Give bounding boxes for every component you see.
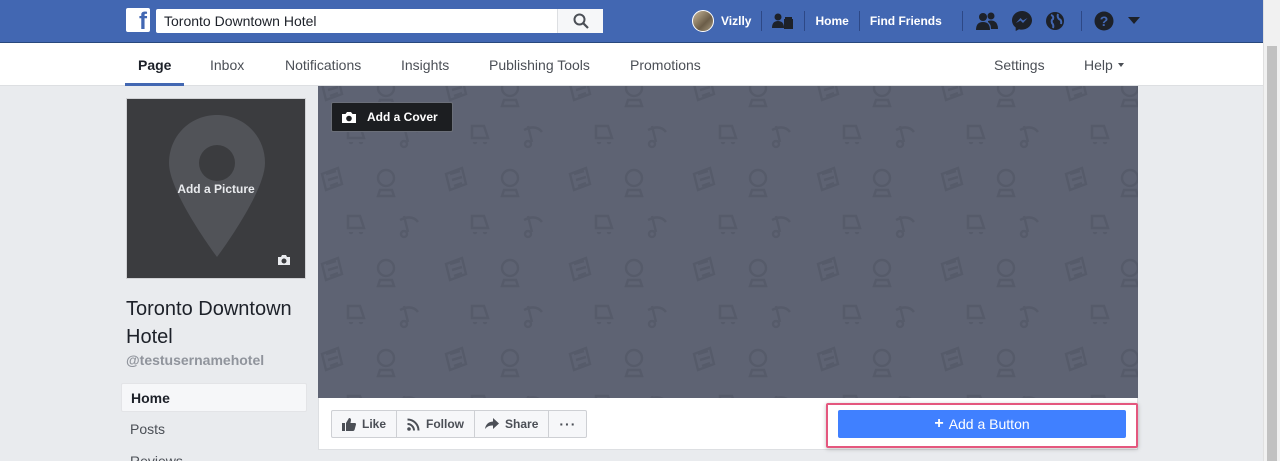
like-button[interactable]: Like [332,411,398,437]
scrollbar-thumb[interactable] [1267,46,1277,461]
camera-icon [342,111,356,123]
create-page-icon[interactable] [772,12,794,30]
search-icon [573,13,589,29]
globe-icon[interactable] [1045,11,1065,31]
page-action-buttons: Like Follow Share ··· [331,410,588,438]
add-a-button[interactable]: + Add a Button [838,410,1126,438]
page-tab-bar: Page Inbox Notifications Insights Publis… [0,43,1263,86]
add-picture-label: Add a Picture [177,182,255,196]
divider [858,11,860,31]
left-navigation: Home Posts Reviews [121,383,307,461]
avatar[interactable] [692,10,714,32]
tab-promotions[interactable]: Promotions [630,43,701,86]
divider [961,11,963,31]
top-nav-bar: f Vizlly Home Find Friends ? [0,0,1280,43]
follow-label: Follow [426,417,465,431]
like-label: Like [362,417,387,431]
profile-link[interactable]: Vizlly [721,14,751,28]
share-button[interactable]: Share [475,411,550,437]
tab-insights[interactable]: Insights [401,43,449,86]
cover-photo-area: Add a Cover [318,86,1138,398]
facebook-logo-icon[interactable]: f [126,8,150,32]
plus-icon: + [934,415,944,432]
tab-help-label: Help [1084,57,1113,73]
rss-icon [407,418,420,431]
follow-button[interactable]: Follow [397,411,476,437]
page-username[interactable]: @testusernamehotel [126,352,264,368]
divider [1080,11,1082,31]
search-input[interactable] [156,9,557,33]
vertical-scrollbar[interactable] [1263,0,1280,461]
divider [761,11,763,31]
friend-requests-icon[interactable] [975,11,999,31]
search-box [156,9,603,33]
more-dots-icon: ··· [559,416,577,432]
caret-down-icon [1117,63,1124,67]
share-arrow-icon [485,418,500,429]
leftnav-item-home[interactable]: Home [121,383,307,412]
cover-pattern [318,86,1138,398]
home-link[interactable]: Home [815,14,848,28]
chevron-down-icon[interactable] [1127,17,1140,25]
leftnav-item-posts[interactable]: Posts [121,415,307,444]
tab-publishing-tools[interactable]: Publishing Tools [489,43,590,86]
tab-help[interactable]: Help [1084,43,1124,86]
add-cover-button[interactable]: Add a Cover [331,102,453,132]
add-cover-label: Add a Cover [367,110,438,124]
more-options-button[interactable]: ··· [549,411,586,437]
messenger-icon[interactable] [1011,10,1033,32]
page-title: Toronto Downtown Hotel [126,298,292,348]
leftnav-item-reviews[interactable]: Reviews [121,447,307,461]
top-right-nav: Vizlly Home Find Friends ? [692,0,1140,42]
tab-page[interactable]: Page [124,43,186,86]
thumbs-up-icon [342,417,356,431]
help-icon[interactable]: ? [1094,11,1114,31]
search-button[interactable] [557,9,603,33]
profile-picture-placeholder[interactable]: Add a Picture [126,98,306,279]
divider [804,11,806,31]
tab-inbox[interactable]: Inbox [210,43,244,86]
find-friends-link[interactable]: Find Friends [870,14,942,28]
tab-notifications[interactable]: Notifications [285,43,361,86]
tab-settings[interactable]: Settings [994,43,1045,86]
svg-text:?: ? [1100,13,1109,29]
share-label: Share [505,417,539,431]
camera-icon[interactable] [277,254,291,266]
add-button-label: Add a Button [948,416,1030,432]
